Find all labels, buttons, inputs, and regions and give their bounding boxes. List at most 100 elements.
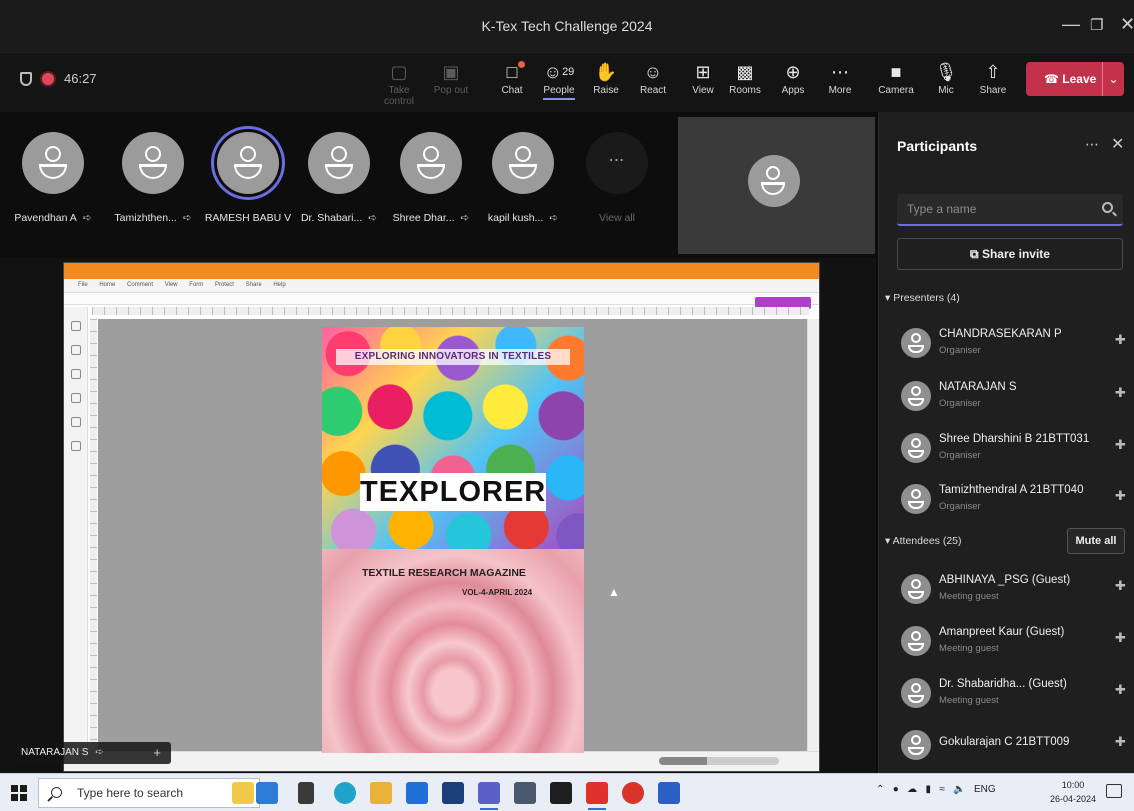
mic-off-icon[interactable]: ✚ — [1115, 682, 1126, 698]
pin-icon[interactable]: ➪ — [83, 212, 92, 224]
participant-role: Organiser — [939, 345, 981, 356]
take-control-button[interactable]: ▢ Take control — [376, 59, 422, 107]
wifi-icon[interactable]: ≈ — [939, 784, 945, 795]
participant-row[interactable]: Amanpreet Kaur (Guest) Meeting guest ✚ — [897, 618, 1133, 664]
mail-icon[interactable] — [406, 782, 428, 804]
pin-icon[interactable]: ➪ — [368, 212, 377, 224]
participant-name: Tamizhthen... — [114, 212, 177, 224]
taskbar-search[interactable]: Type here to search — [38, 778, 260, 808]
mic-off-icon[interactable]: ✚ — [1115, 578, 1126, 594]
more-options-icon[interactable]: ⋯ — [1085, 136, 1099, 153]
onedrive-icon[interactable]: ☁ — [907, 784, 917, 795]
word-icon[interactable] — [658, 782, 680, 804]
tray-app-icon[interactable]: ● — [893, 784, 899, 795]
meeting-timer: 46:27 — [64, 71, 97, 86]
news-widget-icon[interactable] — [256, 782, 278, 804]
mic-button[interactable]: 🎙 Mic — [923, 59, 969, 107]
participant-row[interactable]: CHANDRASEKARAN P Organiser ✚ — [897, 320, 1133, 366]
shared-screen[interactable]: File Home Comment View Form Protect Shar… — [63, 262, 820, 772]
participant-tile-speaking[interactable]: RAMESH BABU V — [203, 132, 293, 242]
app-icon[interactable] — [550, 782, 572, 804]
avatar — [122, 132, 184, 194]
news-widget-icon[interactable] — [232, 782, 254, 804]
taskbar-search-placeholder: Type here to search — [77, 786, 184, 800]
participant-row[interactable]: Tamizhthendral A 21BTT040 Organiser ✚ — [897, 476, 1133, 522]
people-button[interactable]: ☺29 People — [536, 59, 582, 107]
file-explorer-icon[interactable] — [370, 782, 392, 804]
participant-row[interactable]: NATARAJAN S Organiser ✚ — [897, 373, 1133, 419]
pdf-menubar: File Home Comment View Form Protect Shar… — [64, 279, 819, 293]
close-window-icon[interactable]: ✕ — [1120, 14, 1134, 35]
participant-row[interactable]: Dr. Shabaridha... (Guest) Meeting guest … — [897, 670, 1133, 716]
store-icon[interactable] — [442, 782, 464, 804]
magazine-cover: EXPLORING INNOVATORS IN TEXTILES TEXPLOR… — [322, 327, 584, 753]
language-indicator[interactable]: ENG — [974, 784, 996, 795]
pdf-statusbar — [64, 751, 819, 771]
participant-tile[interactable]: Pavendhan A ➪ — [8, 132, 98, 242]
participant-tile[interactable]: Dr. Shabari... ➪ — [294, 132, 384, 242]
chrome-icon[interactable] — [622, 782, 644, 804]
pdf-reader-icon[interactable] — [586, 782, 608, 810]
expand-icon[interactable]: + — [153, 742, 161, 764]
raise-hand-button[interactable]: ✋ Raise — [583, 59, 629, 107]
chat-button[interactable]: □ Chat — [489, 59, 535, 107]
pop-out-button[interactable]: ▣ Pop out — [428, 59, 474, 107]
notification-icon[interactable] — [1106, 784, 1122, 798]
share-button[interactable]: ⇧ Share — [970, 59, 1016, 107]
mic-off-icon[interactable]: ✚ — [1115, 488, 1126, 504]
mic-off-icon[interactable]: ✚ — [1115, 332, 1126, 348]
taskbar-clock[interactable]: 10:00 26-04-2024 — [1050, 778, 1096, 806]
more-label: More — [828, 85, 852, 96]
battery-icon[interactable]: ▮ — [925, 784, 931, 795]
mic-off-icon: 🎙 — [934, 62, 958, 82]
restore-icon[interactable]: ❐ — [1090, 16, 1103, 34]
mic-off-icon[interactable]: ✚ — [1115, 385, 1126, 401]
participant-tile[interactable]: Tamizhthen... ➪ — [108, 132, 198, 242]
edge-icon[interactable] — [334, 782, 356, 804]
tray-chevron-up-icon[interactable]: ⌃ — [876, 784, 884, 795]
self-video-tile[interactable] — [678, 117, 875, 254]
apps-button[interactable]: ⊕ Apps — [770, 59, 816, 107]
react-button[interactable]: ☺ React — [630, 59, 676, 107]
leave-button[interactable]: ☎ Leave ⌄ — [1026, 62, 1124, 96]
calculator-icon[interactable] — [514, 782, 536, 804]
minimize-icon[interactable]: — — [1062, 14, 1080, 35]
windows-start-icon[interactable] — [11, 785, 27, 801]
volume-icon[interactable]: 🔈 — [953, 784, 965, 795]
magazine-tagline: EXPLORING INNOVATORS IN TEXTILES — [336, 349, 570, 365]
attendees-section-toggle[interactable]: ▾ Attendees (25) — [885, 535, 962, 547]
pdf-menu-item: Share — [245, 282, 262, 288]
camera-button[interactable]: ■ Camera — [873, 59, 919, 107]
pin-icon[interactable]: ➪ — [461, 212, 470, 224]
pin-icon[interactable]: ➪ — [549, 212, 558, 224]
view-button[interactable]: ⊞ View — [680, 59, 726, 107]
participant-name: Amanpreet Kaur (Guest) — [939, 626, 1065, 638]
participant-row[interactable]: ABHINAYA _PSG (Guest) Meeting guest ✚ — [897, 566, 1133, 612]
mic-off-icon[interactable]: ✚ — [1115, 437, 1126, 453]
close-panel-icon[interactable]: ✕ — [1111, 134, 1124, 154]
pdf-menu-item: Home — [99, 282, 116, 288]
avatar — [901, 574, 931, 604]
more-button[interactable]: ⋯ More — [817, 59, 863, 107]
participant-row[interactable]: Shree Dharshini B 21BTT031 Organiser ✚ — [897, 425, 1133, 471]
participant-tile[interactable]: kapil kush... ➪ — [478, 132, 568, 242]
search-input[interactable] — [897, 194, 1087, 224]
mic-off-icon[interactable]: ✚ — [1115, 630, 1126, 646]
rooms-button[interactable]: ▩ Rooms — [722, 59, 768, 107]
presenters-section-toggle[interactable]: ▾ Presenters (4) — [885, 292, 960, 304]
pin-icon[interactable]: ➪ — [183, 212, 192, 224]
teams-icon[interactable] — [478, 782, 500, 810]
share-invite-button[interactable]: ⧉ Share invite — [897, 238, 1123, 270]
leave-options-chevron-icon[interactable]: ⌄ — [1102, 62, 1124, 96]
more-icon: ⋯ — [831, 62, 849, 82]
participant-tile[interactable]: Shree Dhar... ➪ — [386, 132, 476, 242]
view-all-button[interactable]: ⋯ View all — [572, 132, 662, 242]
participant-row[interactable]: Gokularajan C 21BTT009 ✚ — [897, 722, 1133, 768]
magazine-subtitle: TEXTILE RESEARCH MAGAZINE — [362, 567, 526, 579]
search-participants[interactable] — [897, 194, 1123, 226]
mic-off-icon[interactable]: ✚ — [1115, 734, 1126, 750]
raise-hand-icon: ✋ — [594, 62, 618, 82]
pin-icon[interactable]: ➪ — [95, 747, 103, 758]
task-view-icon[interactable] — [298, 782, 314, 804]
mute-all-button[interactable]: Mute all — [1067, 528, 1125, 554]
